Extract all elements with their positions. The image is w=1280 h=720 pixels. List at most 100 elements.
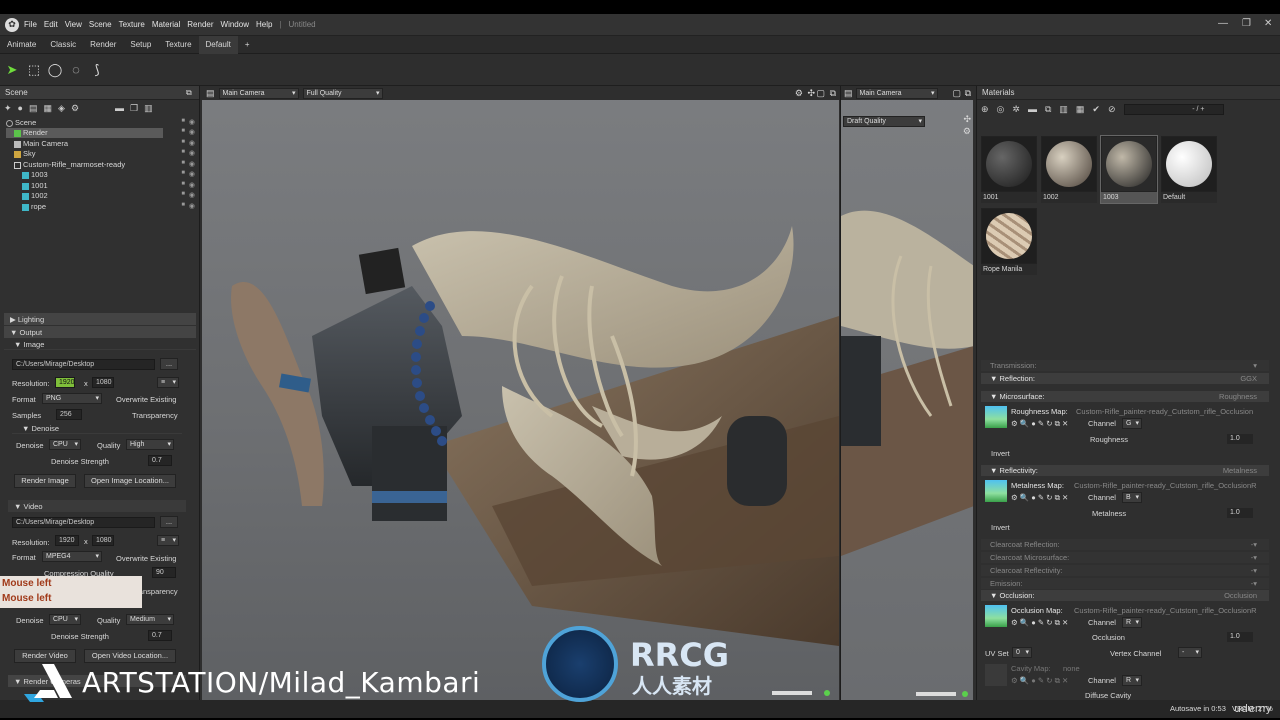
- denoise-subsection[interactable]: ▼ Denoise: [12, 423, 182, 434]
- material-check-icon[interactable]: ✔: [1092, 104, 1100, 115]
- cavity-map-label[interactable]: Cavity Map:: [1011, 664, 1051, 673]
- material-tile-rope-manila[interactable]: Rope Manila: [981, 208, 1037, 275]
- video-section[interactable]: ▼ Video: [8, 500, 186, 512]
- material-folder-icon[interactable]: ▬: [1028, 104, 1037, 114]
- camera-icon[interactable]: ▤: [29, 103, 38, 114]
- material-picker-icon[interactable]: ◎: [997, 104, 1005, 115]
- material-tile-1001[interactable]: 1001: [981, 136, 1037, 203]
- occlusion-map-thumbnail[interactable]: [985, 605, 1007, 627]
- add-material-icon[interactable]: ⊕: [981, 104, 989, 115]
- ellipse-select-icon[interactable]: ◯: [47, 62, 63, 78]
- mesh-icon[interactable]: ▦: [44, 103, 53, 114]
- menu-view[interactable]: View: [65, 20, 82, 29]
- overwrite-image-label[interactable]: Overwrite Existing: [116, 395, 176, 404]
- occlusion-map-label[interactable]: Occlusion Map:: [1011, 606, 1063, 615]
- occlusion-section[interactable]: ▼ Occlusion: Occlusion: [981, 590, 1269, 601]
- clearcoat-reflectivity-section[interactable]: Clearcoat Reflectivity: -▾: [981, 565, 1269, 576]
- material-counter[interactable]: - / +: [1123, 103, 1224, 115]
- cavity-map-thumbnail[interactable]: [985, 664, 1007, 686]
- metalness-map-thumbnail[interactable]: [985, 480, 1007, 502]
- microsurface-section[interactable]: ▼ Microsurface: Roughness: [981, 391, 1269, 402]
- eye-icon[interactable]: ◉: [189, 128, 195, 136]
- image-path-field[interactable]: C:/Users/Mirage/Desktop: [12, 359, 155, 370]
- video-denoise-strength-field[interactable]: 0.7: [148, 630, 172, 641]
- open-video-location-button[interactable]: Open Video Location...: [84, 649, 176, 663]
- video-quality-dropdown[interactable]: Medium: [126, 614, 174, 625]
- compression-field[interactable]: 90: [152, 567, 176, 578]
- eye-icon[interactable]: ◉: [189, 202, 195, 210]
- main-viewport[interactable]: ▤ Main Camera Full Quality ⚙ ✣ ▢ ⧉: [202, 86, 839, 700]
- render-video-button[interactable]: Render Video: [14, 649, 76, 663]
- add-object-icon[interactable]: ✦: [4, 103, 12, 114]
- eye-icon[interactable]: ◉: [189, 149, 195, 157]
- occlusion-map-file[interactable]: Custom-Rifle_painter-ready_Cutstom_rifle…: [1074, 606, 1268, 615]
- duplicate-icon[interactable]: ❐: [130, 103, 138, 114]
- lock-icon[interactable]: ■: [181, 118, 185, 124]
- video-res-height[interactable]: 1080: [92, 535, 114, 546]
- menu-help[interactable]: Help: [256, 20, 272, 29]
- tree-item-1002[interactable]: 1002: [22, 191, 48, 201]
- menu-material[interactable]: Material: [152, 20, 180, 29]
- roughness-map-tools[interactable]: ⚙ 🔍 ● ✎ ↻ ⧉ ✕: [1011, 419, 1068, 429]
- image-res-width[interactable]: 1920: [55, 377, 75, 388]
- clearcoat-microsurface-section[interactable]: Clearcoat Microsurface: -▾: [981, 552, 1269, 563]
- roughness-channel-dropdown[interactable]: G: [1122, 418, 1142, 429]
- res-preset-dropdown[interactable]: ≡: [157, 377, 179, 388]
- menu-edit[interactable]: Edit: [44, 20, 58, 29]
- image-browse-button[interactable]: ...: [160, 358, 178, 370]
- lock-icon[interactable]: ■: [181, 170, 185, 176]
- video-format-dropdown[interactable]: MPEG4: [42, 551, 102, 562]
- emission-section[interactable]: Emission: -▾: [981, 578, 1269, 589]
- delete-icon[interactable]: ▥: [144, 103, 153, 114]
- roughness-map-file[interactable]: Custom-Rifle_painter-ready_Cutstom_rifle…: [1076, 407, 1268, 416]
- side-viewport[interactable]: ▤ Main Camera ▢ ⧉ Draft Quality ✣ ⚙: [840, 86, 973, 700]
- video-res-preset-dropdown[interactable]: ≡: [157, 535, 179, 546]
- tree-item-scene[interactable]: Scene: [6, 118, 186, 128]
- transmission-section[interactable]: Transmission: ▾: [981, 360, 1269, 371]
- tree-item-render[interactable]: Render: [6, 128, 163, 138]
- output-section[interactable]: ▼ Output: [4, 326, 196, 338]
- tree-item-rope[interactable]: rope: [22, 202, 46, 212]
- lock-icon[interactable]: ■: [181, 181, 185, 187]
- folder-icon[interactable]: ▬: [115, 103, 124, 113]
- metalness-map-tools[interactable]: ⚙ 🔍 ● ✎ ↻ ⧉ ✕: [1011, 493, 1068, 503]
- roughness-map-thumbnail[interactable]: [985, 406, 1007, 428]
- lock-icon[interactable]: ■: [181, 139, 185, 145]
- undock-icon[interactable]: ⧉: [186, 88, 192, 98]
- tab-render[interactable]: Render: [83, 36, 123, 54]
- eye-icon[interactable]: ◉: [189, 139, 195, 147]
- material-reset-icon[interactable]: ✲: [1012, 104, 1020, 115]
- denoise-strength-field[interactable]: 0.7: [148, 455, 172, 466]
- lock-icon[interactable]: ■: [181, 149, 185, 155]
- overwrite-video-label[interactable]: Overwrite Existing: [116, 554, 176, 563]
- close-icon[interactable]: ✕: [1264, 18, 1272, 29]
- eye-icon[interactable]: ◉: [189, 191, 195, 199]
- menu-file[interactable]: File: [24, 20, 37, 29]
- clearcoat-reflection-section[interactable]: Clearcoat Reflection: -▾: [981, 539, 1269, 550]
- metalness-channel-dropdown[interactable]: B: [1122, 492, 1142, 503]
- material-copy-icon[interactable]: ⧉: [1045, 104, 1051, 115]
- minimize-icon[interactable]: —: [1218, 18, 1228, 29]
- eye-icon[interactable]: ◉: [189, 181, 195, 189]
- turntable-icon[interactable]: ⚙: [71, 103, 79, 114]
- light-icon[interactable]: ●: [18, 103, 23, 113]
- maximize-icon[interactable]: ❐: [1242, 18, 1251, 29]
- image-subsection[interactable]: ▼ Image: [4, 339, 196, 350]
- metalness-map-file[interactable]: Custom-Rifle_painter-ready_Cutstom_rifle…: [1074, 481, 1268, 490]
- reflection-section[interactable]: ▼ Reflection: GGX: [981, 373, 1269, 384]
- image-quality-dropdown[interactable]: High: [126, 439, 174, 450]
- samples-field[interactable]: 256: [56, 409, 82, 420]
- menu-texture[interactable]: Texture: [119, 20, 145, 29]
- vertex-channel-dropdown[interactable]: -: [1178, 647, 1202, 658]
- tab-default[interactable]: Default: [198, 35, 238, 54]
- transparency-image-label[interactable]: Transparency: [132, 411, 178, 420]
- occlusion-map-tools[interactable]: ⚙ 🔍 ● ✎ ↻ ⧉ ✕: [1011, 618, 1068, 628]
- material-grid-icon[interactable]: ▦: [1076, 104, 1085, 115]
- lock-icon[interactable]: ■: [181, 128, 185, 134]
- lock-icon[interactable]: ■: [181, 160, 185, 166]
- roughness-map-label[interactable]: Roughness Map:: [1011, 407, 1068, 416]
- select-arrow-icon[interactable]: ➤: [4, 62, 20, 78]
- metalness-value[interactable]: 1.0: [1227, 508, 1253, 518]
- eye-icon[interactable]: ◉: [189, 170, 195, 178]
- tree-item-rifle[interactable]: Custom-Rifle_marmoset-ready: [14, 160, 125, 170]
